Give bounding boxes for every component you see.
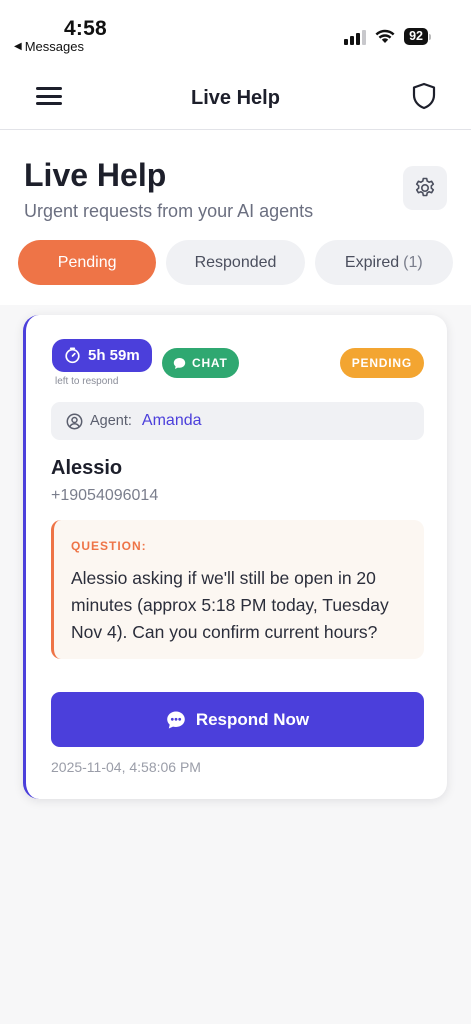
status-badge: PENDING	[339, 348, 424, 378]
request-card: 5h 59m left to respond CHAT PENDING Agen…	[23, 315, 447, 799]
time-remaining: 5h 59m	[88, 347, 140, 364]
page-subtitle: Urgent requests from your AI agents	[24, 201, 314, 221]
status-label: PENDING	[351, 356, 412, 370]
contact-name: Alessio	[51, 457, 123, 479]
status-bar: 4:58 ◀ Messages 92	[0, 0, 471, 66]
chat-bubble-icon	[173, 357, 186, 369]
time-remaining-badge: 5h 59m	[52, 339, 152, 372]
status-indicators: 92	[344, 28, 431, 45]
back-to-messages[interactable]: ◀ Messages	[14, 39, 84, 54]
wifi-icon	[375, 29, 395, 43]
chat-bubble-dots-icon	[167, 711, 185, 728]
shield-icon[interactable]	[411, 82, 437, 110]
channel-badge: CHAT	[162, 348, 239, 378]
question-box: QUESTION: Alessio asking if we'll still …	[51, 520, 424, 659]
cellular-signal-icon	[344, 29, 367, 45]
page-header: Live Help Urgent requests from your AI a…	[0, 130, 471, 305]
time-remaining-note: left to respond	[55, 376, 119, 387]
tab-responded[interactable]: Responded	[166, 240, 305, 285]
contact-phone: +19054096014	[51, 487, 159, 504]
question-label: QUESTION:	[71, 539, 147, 553]
tab-expired-label: Expired	[344, 253, 400, 271]
agent-label: Agent:	[90, 413, 132, 429]
settings-button[interactable]	[403, 166, 447, 210]
back-label: Messages	[24, 39, 84, 54]
agent-info: Agent: Amanda	[51, 402, 424, 440]
agent-name[interactable]: Amanda	[142, 412, 202, 430]
channel-label: CHAT	[192, 356, 228, 370]
respond-now-label: Respond Now	[195, 709, 310, 729]
battery-level: 92	[404, 28, 428, 45]
tab-pending[interactable]: Pending	[18, 240, 157, 285]
gear-icon	[415, 177, 435, 197]
tab-responded-label: Responded	[194, 253, 277, 271]
nav-title: Live Help	[191, 87, 280, 109]
tab-expired[interactable]: Expired (1)	[314, 240, 453, 285]
filter-tabs: Pending Responded Expired (1)	[18, 240, 453, 285]
battery-icon: 92	[404, 28, 431, 45]
tab-pending-label: Pending	[57, 253, 117, 271]
nav-bar: Live Help	[0, 66, 471, 130]
top-area: 4:58 ◀ Messages 92 Live Help Live Help U…	[0, 0, 471, 305]
request-timestamp: 2025-11-04, 4:58:06 PM	[51, 759, 201, 775]
respond-now-button[interactable]: Respond Now	[51, 692, 424, 747]
page-title: Live Help	[24, 157, 167, 193]
user-circle-icon	[66, 413, 83, 429]
back-arrow-icon: ◀	[14, 41, 22, 52]
tab-expired-count: (1)	[403, 253, 423, 271]
status-time: 4:58	[64, 17, 107, 40]
timer-icon	[65, 347, 80, 364]
question-text: Alessio asking if we'll still be open in…	[71, 568, 389, 642]
